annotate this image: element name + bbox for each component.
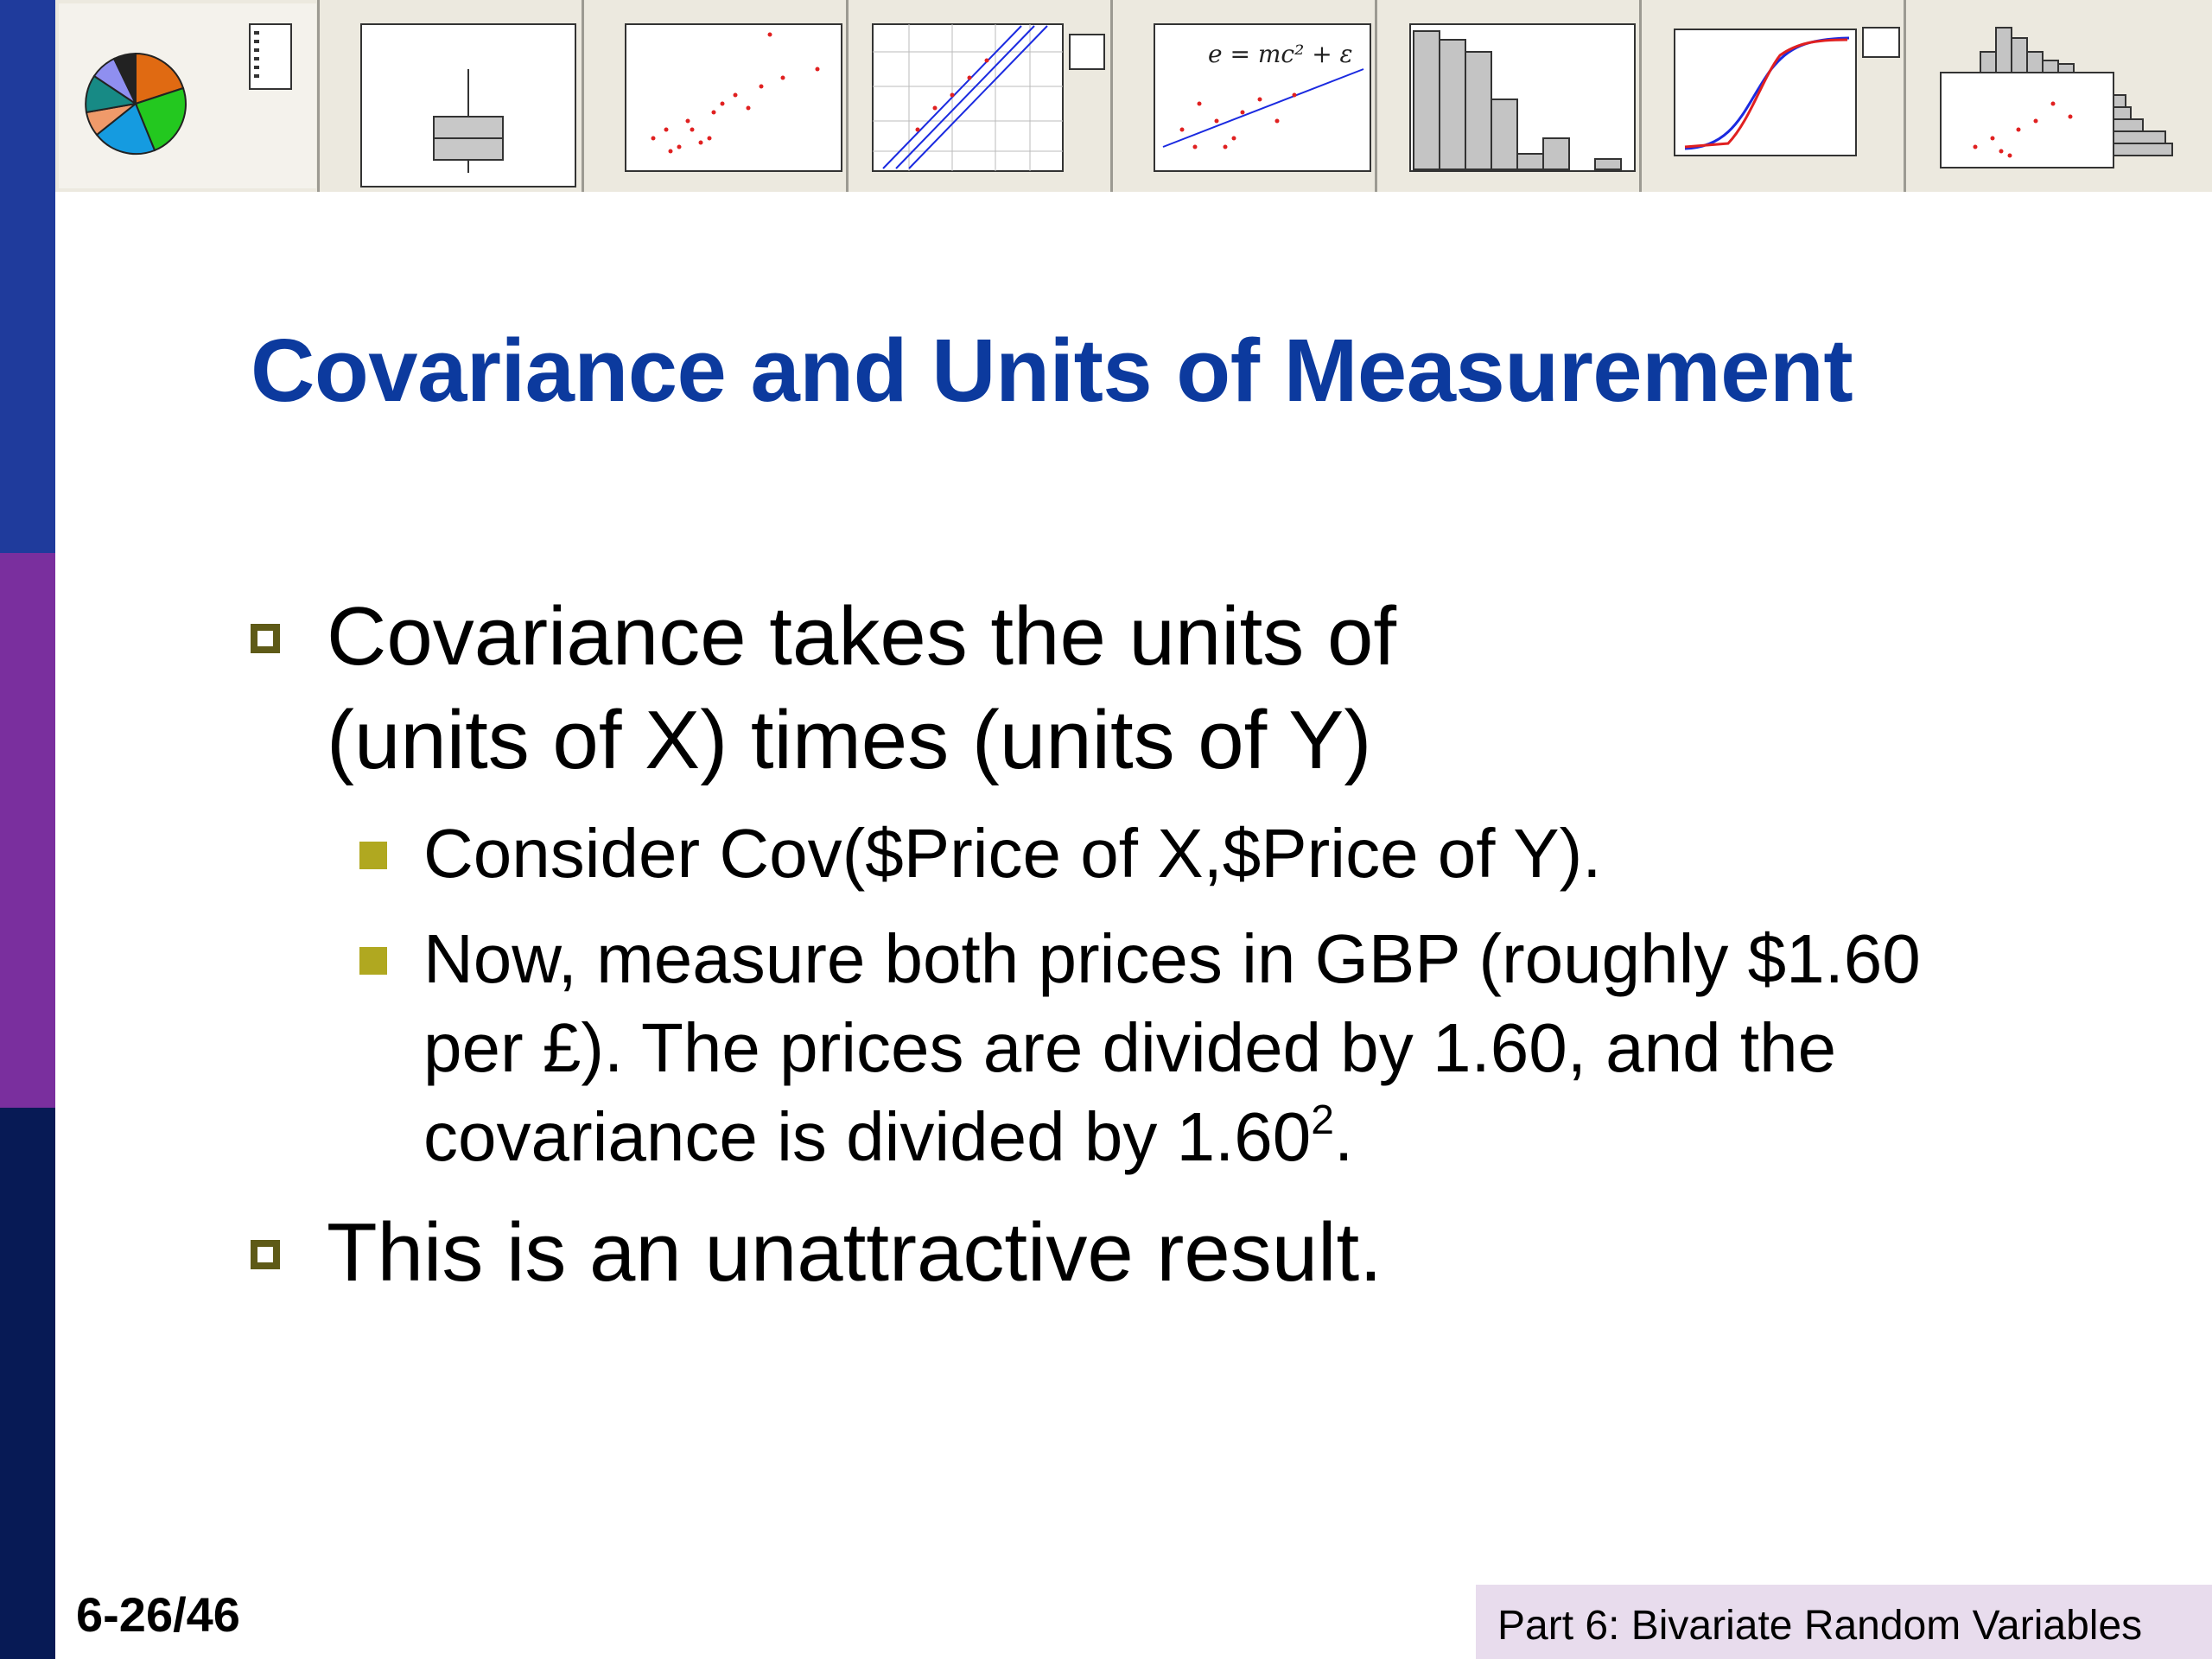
filled-square-bullet-icon: [359, 947, 387, 975]
hollow-square-bullet-icon: [251, 624, 280, 653]
thumbnail-marginal-plot: [1906, 0, 2212, 192]
exponent-superscript: 2: [1311, 1096, 1334, 1143]
thumbnail-boxplot: [320, 0, 584, 192]
footer-section-text: Part 6: Bivariate Random Variables: [1497, 1603, 2143, 1649]
sub-bullet-2-line-2: per £). The prices are divided by 1.60, …: [423, 1009, 1837, 1086]
left-bar-top: [0, 0, 55, 553]
thumbnail-regression-scatter: e = mc² + ε: [1113, 0, 1377, 192]
sub-bullet-1: Consider Cov($Price of X,$Price of Y).: [423, 815, 1602, 892]
thumbnail-formula: e = mc² + ε: [1208, 40, 1353, 68]
footer-section-label: Part 6: Bivariate Random Variables: [1476, 1585, 2212, 1659]
bullet-1-line-2: (units of X) times (units of Y): [327, 694, 1372, 786]
left-accent-bar: [0, 0, 55, 1659]
slide-title: Covariance and Units of Measurement: [251, 321, 1853, 420]
filled-square-bullet-icon: [359, 842, 387, 869]
bullet-1-line-1: Covariance takes the units of: [327, 590, 1397, 683]
left-bar-bottom: [0, 1108, 55, 1659]
bullet-2: This is an unattractive result.: [327, 1206, 1382, 1299]
thumbnail-empirical-cdf: [1642, 0, 1906, 192]
thumbnail-probability-plot: [849, 0, 1113, 192]
hollow-square-bullet-icon: [251, 1240, 280, 1269]
thumbnail-histogram: [1377, 0, 1642, 192]
left-bar-middle: [0, 553, 55, 1108]
page-number: 6-26/46: [76, 1587, 240, 1642]
sub-bullet-2-line-3-period: .: [1333, 1098, 1354, 1175]
thumbnail-scatterplot: [584, 0, 849, 192]
chart-thumbnail-strip: e = mc² + ε: [55, 0, 2212, 192]
sub-bullet-2-line-3: covariance is divided by 1.602.: [423, 1092, 1353, 1181]
thumbnail-pie-chart: [55, 0, 320, 192]
sub-bullet-2-line-1: Now, measure both prices in GBP (roughly…: [423, 920, 1921, 997]
sub-bullet-2-line-3-text: covariance is divided by 1.60: [423, 1098, 1312, 1175]
